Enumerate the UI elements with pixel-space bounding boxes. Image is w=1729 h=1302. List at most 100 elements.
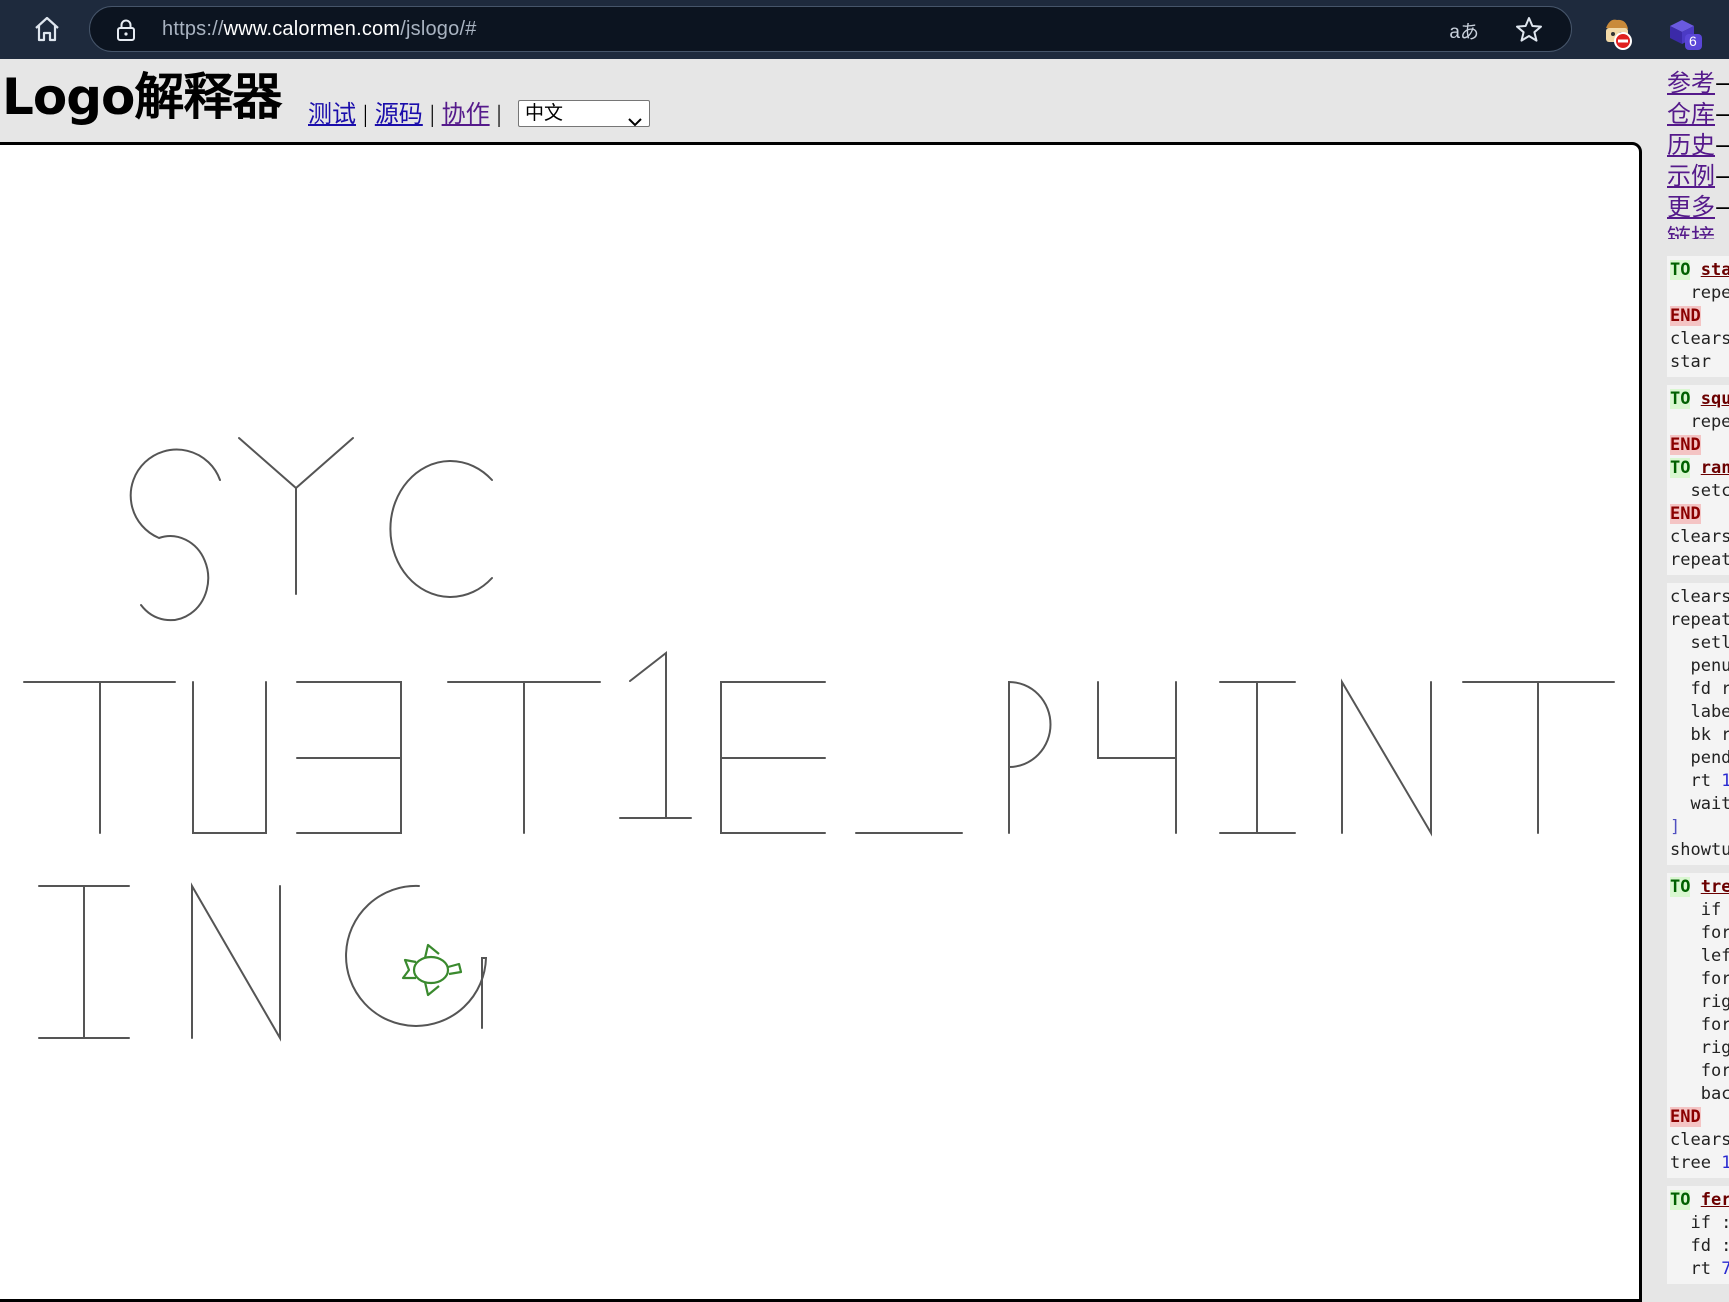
code-line: label — [1670, 701, 1729, 724]
side-link-links[interactable]: 链接 — [1667, 224, 1715, 239]
code-line: pendo — [1670, 747, 1729, 770]
drawn-letters-line-2 — [23, 650, 1615, 837]
adblock-extension-icon[interactable] — [1600, 16, 1634, 50]
language-select[interactable]: 中文 — [518, 100, 650, 127]
code-text: clearsc — [1670, 527, 1729, 547]
code-number: 15 — [1721, 1153, 1729, 1173]
code-text: label — [1690, 702, 1729, 722]
extension-badge: 6 — [1689, 33, 1697, 49]
code-text: forw — [1700, 1061, 1729, 1081]
side-link-row: 更多— — [1667, 192, 1729, 223]
code-line: back — [1670, 1083, 1729, 1106]
browser-toolbar: https://www.calormen.com/jslogo/# aあ 6 — [0, 0, 1729, 59]
code-text: righ — [1700, 992, 1729, 1012]
code-line: forw — [1670, 1060, 1729, 1083]
example-snippet[interactable]: TO squ repeaENDTO ran setcoENDclearscrep… — [1667, 385, 1729, 575]
side-link-examples[interactable]: 示例 — [1667, 162, 1715, 190]
code-line: repea — [1670, 411, 1729, 434]
example-snippet[interactable]: clearsc repeat setla penup fd re label bk… — [1667, 583, 1729, 865]
example-snippet[interactable]: TO tre if : forw left forw righ forw rig… — [1667, 873, 1729, 1178]
nav-separator: | — [363, 102, 368, 128]
code-text: repeat — [1670, 550, 1729, 570]
url-text: https://www.calormen.com/jslogo/# — [162, 18, 477, 41]
chevron-down-icon — [628, 109, 642, 134]
code-line: rt 7( — [1670, 1258, 1729, 1281]
cube-extension-icon[interactable]: 6 — [1666, 16, 1706, 52]
side-link-history[interactable]: 历史 — [1667, 131, 1715, 159]
code-text: repeat — [1670, 610, 1729, 630]
code-number: 1( — [1721, 771, 1729, 791]
procedure-name: fer — [1700, 1190, 1729, 1210]
turtle-icon — [401, 943, 463, 997]
header-nav: 测试 | 源码 | 协作 | — [308, 94, 508, 129]
read-aloud-icon[interactable]: aあ — [1449, 17, 1479, 44]
nav-separator: | — [429, 102, 435, 128]
procedure-name: ran — [1700, 458, 1729, 478]
turtle-canvas[interactable] — [0, 142, 1642, 1302]
code-line: forw — [1670, 922, 1729, 945]
code-line: repeat — [1670, 549, 1729, 572]
keyword-to: TO — [1670, 1190, 1691, 1210]
url-scheme: https:// — [162, 18, 224, 40]
side-link-more[interactable]: 更多 — [1667, 193, 1715, 221]
side-link-dash: — — [1715, 162, 1729, 190]
side-link-dash: — — [1715, 100, 1729, 128]
code-line: setla — [1670, 632, 1729, 655]
code-line: TO tre — [1670, 876, 1729, 899]
code-line: rt 1( — [1670, 770, 1729, 793]
code-text: bk re — [1690, 725, 1729, 745]
code-text: showtur — [1670, 840, 1729, 860]
keyword-end: END — [1670, 435, 1701, 455]
example-snippet[interactable]: TO fer if :. fd :. rt 7( — [1667, 1186, 1729, 1284]
nav-separator: | — [496, 102, 502, 128]
link-collaborate[interactable]: 协作 — [442, 102, 490, 128]
page-title: Logo解释器 — [2, 68, 282, 126]
url-host: www.calormen.com — [223, 18, 401, 40]
code-line: clearsc — [1670, 586, 1729, 609]
code-line: righ — [1670, 1037, 1729, 1060]
address-bar[interactable]: https://www.calormen.com/jslogo/# aあ — [89, 6, 1572, 52]
code-text: repea — [1690, 412, 1729, 432]
code-line: if :. — [1670, 1212, 1729, 1235]
code-line: forw — [1670, 1014, 1729, 1037]
language-selected-value: 中文 — [525, 102, 564, 124]
code-line: fd :. — [1670, 1235, 1729, 1258]
side-link-reference[interactable]: 参考 — [1667, 69, 1715, 97]
code-line: if : — [1670, 899, 1729, 922]
home-icon[interactable] — [30, 14, 64, 44]
side-link-library[interactable]: 仓库 — [1667, 100, 1715, 128]
example-snippet[interactable]: TO sta repea END clearsc star — [1667, 256, 1729, 377]
favorite-star-icon[interactable] — [1515, 16, 1543, 47]
code-bracket: ] — [1670, 817, 1681, 837]
side-link-row: 历史— — [1667, 130, 1729, 161]
side-link-row: 示例— — [1667, 161, 1729, 192]
example-programs: TO sta repea END clearsc star TO squ repea EN… — [1667, 256, 1729, 1288]
code-line: END — [1670, 305, 1729, 328]
code-line: fd re — [1670, 678, 1729, 701]
code-line: END — [1670, 503, 1729, 526]
code-text: setco — [1690, 481, 1729, 501]
side-link-dash: — — [1715, 69, 1729, 97]
code-line: clearsc — [1670, 328, 1729, 351]
side-link-dash: — — [1715, 131, 1729, 159]
code-text: if :. — [1690, 1213, 1729, 1233]
code-text: tree — [1670, 1153, 1722, 1173]
code-text: forw — [1700, 1015, 1729, 1035]
side-link-dash: — — [1715, 193, 1729, 221]
keyword-end: END — [1670, 306, 1701, 326]
keyword-end: END — [1670, 504, 1701, 524]
link-test[interactable]: 测试 — [308, 102, 356, 128]
code-line: penup — [1670, 655, 1729, 678]
code-text: left — [1700, 946, 1729, 966]
code-line: tree 15 — [1670, 1152, 1729, 1175]
code-text: pendo — [1690, 748, 1729, 768]
code-line: TO ran — [1670, 457, 1729, 480]
code-line: clearsc — [1670, 526, 1729, 549]
code-text: penup — [1690, 656, 1729, 676]
lock-icon[interactable] — [116, 18, 136, 46]
code-line: TO squ — [1670, 388, 1729, 411]
code-text: forw — [1700, 969, 1729, 989]
link-source[interactable]: 源码 — [375, 102, 423, 128]
